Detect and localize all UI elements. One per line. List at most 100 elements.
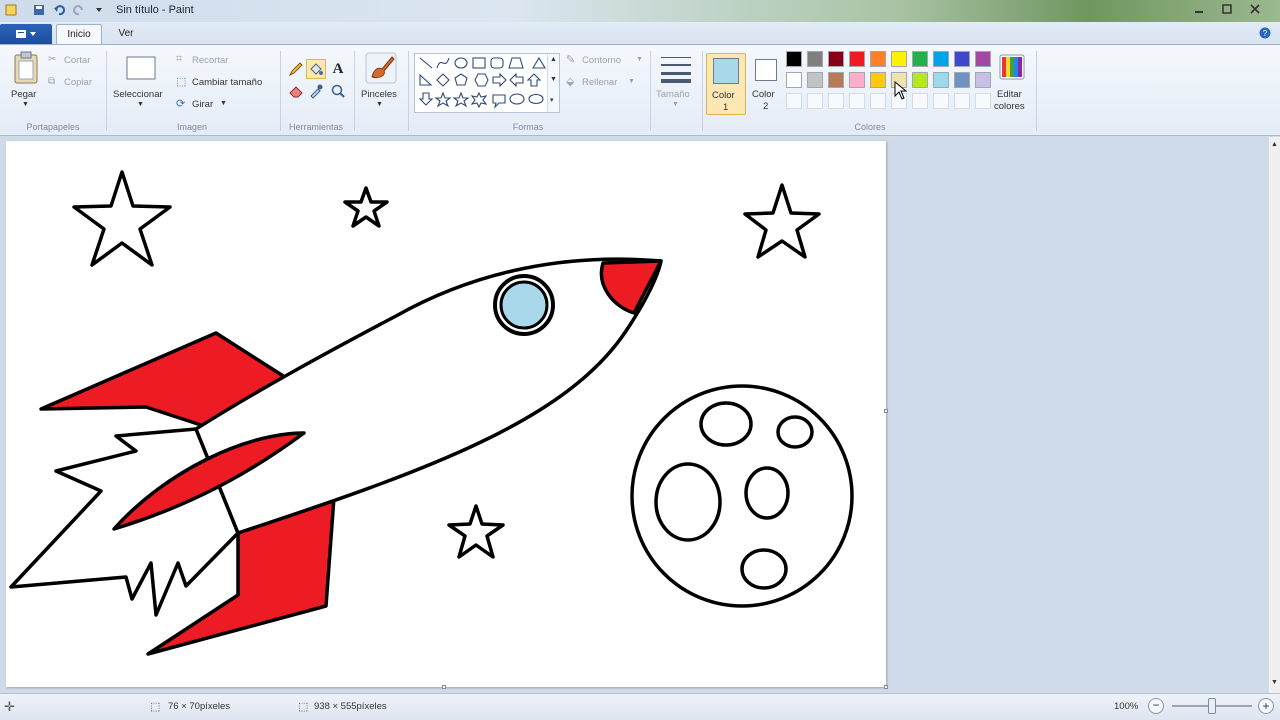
crop-button[interactable]: ⌗ Recortar bbox=[176, 53, 256, 69]
fill-tool[interactable] bbox=[306, 59, 326, 79]
file-menu-button[interactable] bbox=[0, 24, 52, 44]
image-size: 938 × 555píxeles bbox=[314, 701, 387, 712]
palette-empty-slot[interactable] bbox=[912, 93, 928, 109]
select-rectangle-icon bbox=[126, 56, 156, 80]
shapes-gallery-scroll[interactable]: ▲ ▼ ▾ bbox=[547, 54, 559, 112]
color2-button[interactable]: Color 2 bbox=[748, 53, 788, 115]
line-shape-icon bbox=[419, 57, 433, 69]
maximize-button[interactable] bbox=[1214, 0, 1240, 20]
palette-empty-slot[interactable] bbox=[807, 93, 823, 109]
canvas-resize-handle-corner[interactable] bbox=[884, 685, 888, 689]
fill-button[interactable]: ⬙ Rellenar ▼ bbox=[566, 75, 646, 91]
zoom-slider-thumb[interactable] bbox=[1208, 698, 1216, 714]
palette-swatch[interactable] bbox=[870, 51, 886, 67]
select-button[interactable]: Seleccionar ▼ bbox=[112, 53, 170, 113]
paint-bucket-icon bbox=[310, 63, 323, 75]
minimize-button[interactable] bbox=[1186, 0, 1212, 20]
crop-icon: ⌗ bbox=[176, 53, 183, 65]
drawing-canvas[interactable] bbox=[6, 141, 886, 687]
text-tool[interactable]: A bbox=[328, 59, 348, 79]
edit-colors-button[interactable]: Editar colores bbox=[994, 51, 1030, 113]
color1-label: Color bbox=[712, 90, 735, 101]
eraser-tool[interactable] bbox=[286, 81, 306, 101]
zoom-in-button[interactable]: + bbox=[1258, 698, 1274, 714]
group-label-clipboard: Portapapeles bbox=[26, 122, 80, 132]
oval-shape-icon bbox=[454, 57, 468, 69]
moon-crater-3 bbox=[654, 462, 722, 542]
moon-crater-5 bbox=[740, 548, 788, 590]
copy-button[interactable]: ⧉ Copiar bbox=[48, 75, 108, 91]
outline-icon: ✎ bbox=[566, 54, 576, 66]
palette-empty-slot[interactable] bbox=[849, 93, 865, 109]
magnifier-tool[interactable] bbox=[328, 81, 348, 101]
canvas-resize-handle-right[interactable] bbox=[884, 409, 888, 413]
title-bar: Sin título - Paint bbox=[0, 0, 1280, 22]
palette-empty-slot[interactable] bbox=[786, 93, 802, 109]
palette-swatch[interactable] bbox=[828, 51, 844, 67]
resize-button[interactable]: ⬚ Cambiar tamaño bbox=[176, 75, 276, 91]
palette-swatch[interactable] bbox=[786, 51, 802, 67]
redo-icon[interactable] bbox=[72, 3, 86, 17]
color-palette bbox=[786, 51, 996, 117]
palette-empty-slot[interactable] bbox=[954, 93, 970, 109]
copy-icon: ⧉ bbox=[48, 76, 56, 87]
palette-empty-slot[interactable] bbox=[828, 93, 844, 109]
outline-button[interactable]: ✎ Contorno ▼ bbox=[566, 53, 646, 69]
paste-button[interactable]: Pegar ▼ bbox=[8, 51, 44, 111]
brushes-button[interactable]: Pinceles ▼ bbox=[358, 51, 404, 113]
pencil-tool[interactable] bbox=[286, 59, 306, 79]
tab-ver[interactable]: Ver bbox=[106, 24, 146, 44]
image-size-icon: ⬚ bbox=[298, 701, 309, 713]
palette-swatch[interactable] bbox=[849, 72, 865, 88]
vertical-scrollbar[interactable]: ▲ ▼ bbox=[1268, 137, 1280, 693]
palette-swatch[interactable] bbox=[912, 51, 928, 67]
palette-swatch[interactable] bbox=[870, 72, 886, 88]
palette-swatch[interactable] bbox=[828, 72, 844, 88]
palette-empty-slot[interactable] bbox=[933, 93, 949, 109]
tab-inicio[interactable]: Inicio bbox=[56, 24, 102, 44]
help-icon[interactable]: ? bbox=[1258, 26, 1272, 40]
paste-chevron-icon: ▼ bbox=[22, 101, 29, 108]
color1-button[interactable]: Color 1 bbox=[706, 53, 746, 115]
color2-label: Color bbox=[752, 89, 775, 100]
brush-icon bbox=[365, 52, 397, 84]
close-button[interactable] bbox=[1242, 0, 1268, 20]
palette-swatch[interactable] bbox=[975, 72, 991, 88]
color1-swatch bbox=[713, 58, 739, 84]
callout-oval-shape-icon bbox=[509, 93, 525, 105]
fill-icon: ⬙ bbox=[566, 76, 575, 88]
palette-swatch[interactable] bbox=[912, 72, 928, 88]
edit-colors-label-b: colores bbox=[994, 101, 1025, 112]
palette-swatch[interactable] bbox=[954, 72, 970, 88]
undo-icon[interactable] bbox=[52, 3, 66, 17]
size-button[interactable]: Tamaño ▼ bbox=[654, 51, 698, 113]
palette-empty-slot[interactable] bbox=[975, 93, 991, 109]
canvas-resize-handle-bottom[interactable] bbox=[442, 685, 446, 689]
palette-swatch[interactable] bbox=[933, 72, 949, 88]
scroll-down-icon[interactable]: ▼ bbox=[1271, 679, 1278, 686]
palette-swatch[interactable] bbox=[849, 51, 865, 67]
shapes-gallery[interactable]: ▲ ▼ ▾ bbox=[414, 53, 560, 113]
paint-app-icon[interactable] bbox=[4, 3, 18, 17]
palette-swatch[interactable] bbox=[786, 72, 802, 88]
palette-swatch[interactable] bbox=[891, 51, 907, 67]
palette-swatch[interactable] bbox=[807, 51, 823, 67]
rocket-body bbox=[194, 257, 663, 535]
crosshair-icon: ✛ bbox=[4, 699, 15, 714]
left-arrow-shape-icon bbox=[509, 72, 524, 88]
moon-crater-1 bbox=[699, 401, 753, 447]
rotate-button[interactable]: ⟳ Girar ▼ bbox=[176, 97, 236, 113]
scroll-up-icon[interactable]: ▲ bbox=[1271, 141, 1278, 148]
customize-toolbar-chevron-icon[interactable] bbox=[92, 3, 106, 17]
color-picker-tool[interactable] bbox=[306, 81, 326, 101]
gallery-down-icon: ▼ bbox=[550, 76, 557, 83]
palette-empty-slot[interactable] bbox=[870, 93, 886, 109]
palette-swatch[interactable] bbox=[807, 72, 823, 88]
clipboard-icon bbox=[14, 51, 38, 84]
cut-button[interactable]: ✂ Cortar bbox=[48, 53, 108, 69]
save-icon[interactable] bbox=[32, 3, 46, 17]
palette-swatch[interactable] bbox=[975, 51, 991, 67]
palette-swatch[interactable] bbox=[933, 51, 949, 67]
palette-swatch[interactable] bbox=[954, 51, 970, 67]
zoom-out-button[interactable]: − bbox=[1148, 698, 1164, 714]
